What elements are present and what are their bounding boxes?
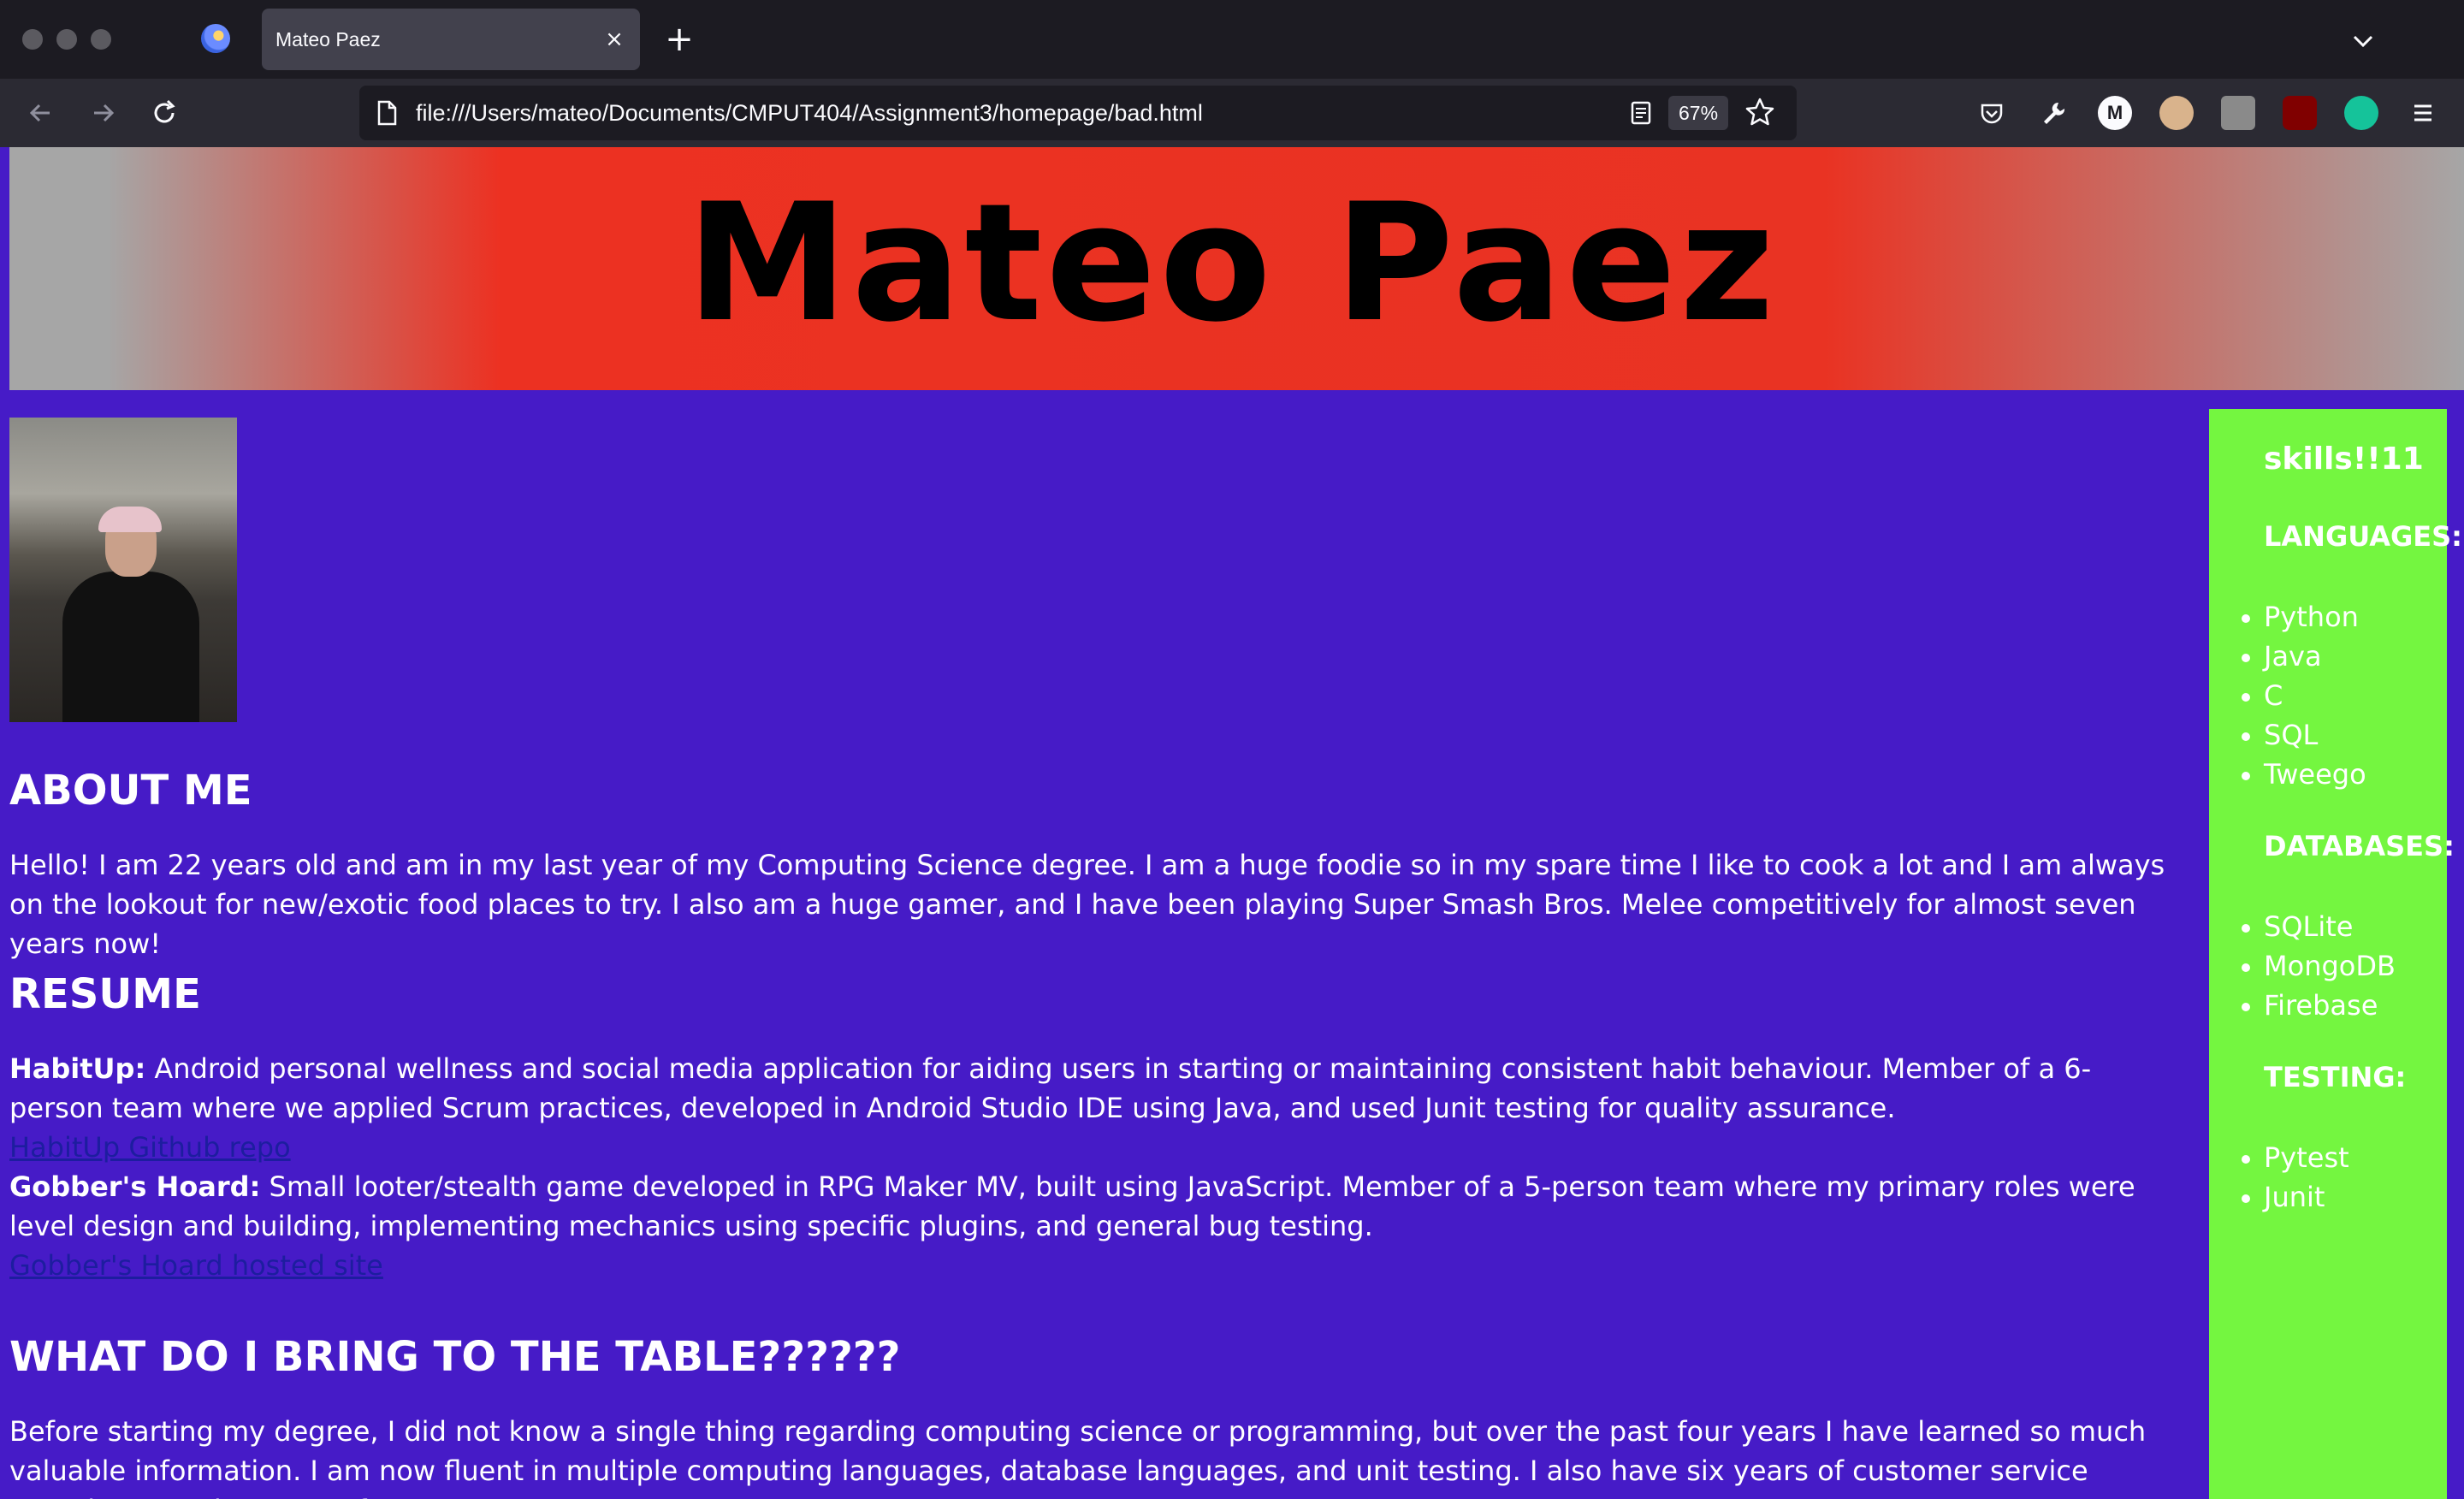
- url-bar[interactable]: file:///Users/mateo/Documents/CMPUT404/A…: [359, 86, 1797, 140]
- project-habitup: HabitUp: Android personal wellness and s…: [9, 1049, 2183, 1167]
- resume-heading: RESUME: [9, 970, 201, 1018]
- photo-person-body: [62, 572, 199, 722]
- bring-section: WHAT DO I BRING TO THE TABLE?????? Befor…: [9, 1331, 2183, 1499]
- extension-m-icon[interactable]: M: [2098, 96, 2132, 130]
- list-item: Tweego: [2209, 755, 2366, 794]
- window-minimize-button[interactable]: [56, 29, 77, 50]
- browser-tab-strip: Mateo Paez × +: [0, 0, 2464, 79]
- pocket-icon[interactable]: [1975, 96, 2009, 130]
- about-text: Hello! I am 22 years old and am in my la…: [9, 849, 2165, 960]
- ublock-origin-icon[interactable]: [2283, 96, 2317, 130]
- project-name: HabitUp:: [9, 1052, 146, 1085]
- tab-active[interactable]: Mateo Paez ×: [262, 9, 640, 70]
- extension-r-icon[interactable]: [2221, 96, 2255, 130]
- list-item: Firebase: [2209, 986, 2396, 1025]
- site-title: Mateo Paez: [686, 169, 1778, 358]
- url-text[interactable]: file:///Users/mateo/Documents/CMPUT404/A…: [416, 86, 1203, 140]
- page-document-icon: [371, 98, 402, 128]
- testing-heading: TESTING:: [2264, 1061, 2407, 1093]
- grammarly-icon[interactable]: [2344, 96, 2378, 130]
- list-item: Java: [2209, 637, 2366, 676]
- extension-avatar-icon[interactable]: [2159, 96, 2194, 130]
- zoom-level-badge[interactable]: 67%: [1668, 96, 1729, 130]
- tab-list-chevron-icon[interactable]: [2346, 24, 2380, 58]
- project-name: Gobber's Hoard:: [9, 1170, 261, 1203]
- about-heading: ABOUT ME: [9, 767, 252, 815]
- sidebar-title: skills!!11: [2264, 441, 2424, 477]
- habitup-repo-link[interactable]: HabitUp Github repo: [9, 1128, 2183, 1167]
- list-item: SQL: [2209, 715, 2366, 755]
- project-description: Small looter/stealth game developed in R…: [9, 1170, 2135, 1242]
- reader-view-icon[interactable]: [1624, 96, 1658, 130]
- tab-title: Mateo Paez: [275, 28, 381, 50]
- profile-photo: [9, 418, 237, 722]
- firefox-view-icon[interactable]: [201, 24, 230, 53]
- databases-heading: DATABASES:: [2264, 830, 2455, 862]
- gobbers-hoard-site-link[interactable]: Gobber's Hoard hosted site: [9, 1246, 2183, 1285]
- languages-heading: LANGUAGES:: [2264, 520, 2462, 553]
- new-tab-button[interactable]: +: [662, 22, 696, 56]
- window-close-button[interactable]: [22, 29, 43, 50]
- web-page: Mateo Paez ABOUT ME Hello! I am 22 years…: [0, 147, 2464, 1499]
- list-item: Junit: [2209, 1177, 2349, 1217]
- window-zoom-button[interactable]: [91, 29, 111, 50]
- tab-close-icon[interactable]: ×: [601, 26, 628, 53]
- resume-section: RESUME HabitUp: Android personal wellnes…: [9, 969, 2183, 1285]
- bring-heading: WHAT DO I BRING TO THE TABLE??????: [9, 1333, 901, 1381]
- forward-button[interactable]: [82, 92, 123, 133]
- list-item: SQLite: [2209, 907, 2396, 946]
- bookmark-star-icon[interactable]: [1740, 92, 1780, 132]
- wrench-icon[interactable]: [2036, 96, 2070, 130]
- photo-person-cap: [98, 507, 162, 532]
- about-section: ABOUT ME Hello! I am 22 years old and am…: [9, 765, 2183, 963]
- databases-list: SQLite MongoDB Firebase: [2209, 907, 2396, 1025]
- list-item: MongoDB: [2209, 946, 2396, 986]
- project-gobbers-hoard: Gobber's Hoard: Small looter/stealth gam…: [9, 1167, 2183, 1285]
- bring-text: Before starting my degree, I did not kno…: [9, 1415, 2147, 1499]
- project-description: Android personal wellness and social med…: [9, 1052, 2092, 1124]
- list-item: Pytest: [2209, 1138, 2349, 1177]
- languages-list: Python Java C SQL Tweego: [2209, 597, 2366, 794]
- reload-button[interactable]: [144, 92, 185, 133]
- skills-sidebar: skills!!11 LANGUAGES: Python Java C SQL …: [2209, 409, 2462, 1499]
- testing-list: Pytest Junit: [2209, 1138, 2349, 1217]
- browser-navigation-bar: file:///Users/mateo/Documents/CMPUT404/A…: [0, 79, 2464, 147]
- app-menu-icon[interactable]: [2406, 96, 2440, 130]
- back-button[interactable]: [21, 92, 62, 133]
- list-item: C: [2209, 676, 2366, 715]
- list-item: Python: [2209, 597, 2366, 637]
